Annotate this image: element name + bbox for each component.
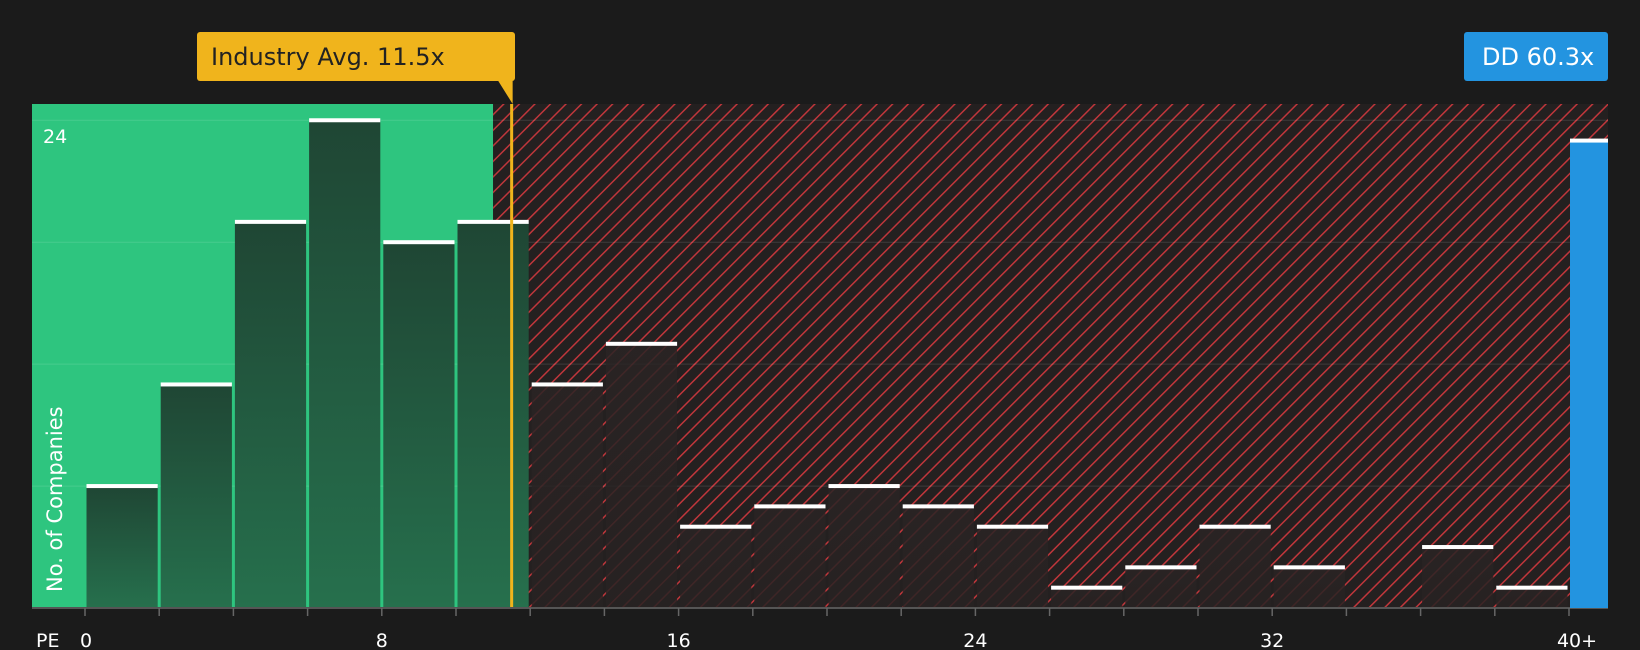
histogram-bar-cap — [457, 219, 529, 224]
histogram-bar-cap — [1051, 585, 1123, 590]
x-tick-label: 24 — [963, 630, 987, 650]
histogram-bar — [1422, 547, 1494, 608]
histogram-bar-cap — [531, 382, 603, 387]
histogram-bar-cap — [1496, 585, 1568, 590]
histogram-bar-cap — [828, 484, 900, 489]
y-axis-label: No. of Companies — [43, 406, 67, 592]
histogram-bar-cap — [383, 240, 455, 245]
histogram-bar — [976, 526, 1049, 608]
histogram-bar-cap — [234, 219, 307, 224]
y-tick-label: 24 — [43, 126, 67, 148]
industry-avg-label: Industry Avg. 11.5x — [211, 43, 445, 71]
histogram-bar — [1051, 587, 1123, 608]
x-tick-label: 8 — [376, 630, 388, 650]
histogram-bar — [1125, 567, 1197, 608]
histogram-bar-cap — [309, 118, 381, 123]
histogram-bar-cap — [976, 524, 1049, 529]
histogram-bar — [1199, 526, 1271, 608]
pe-distribution-chart: PE 0 8 16 24 32 40+ No. of Companies 24 Indust… — [32, 32, 1609, 650]
histogram-bar — [383, 242, 455, 608]
histogram-bar-cap — [902, 504, 974, 509]
histogram-bar-cap — [86, 484, 158, 489]
histogram-bar — [828, 486, 900, 608]
company-pe-label: DD 60.3x — [1482, 43, 1594, 71]
company-bar — [1570, 140, 1608, 609]
histogram-bar — [160, 384, 232, 608]
histogram-bar-cap — [754, 504, 826, 509]
x-tick-label: 32 — [1260, 630, 1284, 650]
histogram-bar — [680, 526, 752, 608]
x-axis-prefix: PE — [36, 630, 59, 650]
histogram-bar — [309, 120, 381, 609]
x-tick-label: 16 — [667, 630, 691, 650]
x-axis: PE 0 8 16 24 32 40+ — [32, 607, 1608, 650]
histogram-bar — [457, 221, 529, 608]
histogram-bar-cap — [1199, 524, 1271, 529]
industry-avg-badge: Industry Avg. 11.5x — [197, 32, 515, 104]
histogram-bar-cap — [1125, 565, 1197, 570]
histogram-bar-cap — [680, 524, 752, 529]
histogram-bar — [605, 343, 678, 608]
histogram-bar — [234, 221, 307, 608]
histogram-bar — [902, 506, 974, 608]
histogram-bar — [86, 486, 158, 608]
x-tick-label: 40+ — [1557, 630, 1597, 650]
x-tick-label: 0 — [80, 630, 92, 650]
histogram-bar — [1496, 587, 1568, 608]
company-pe-badge: DD 60.3x — [1464, 32, 1608, 81]
histogram-bar-cap — [605, 341, 678, 346]
histogram-bar — [531, 384, 603, 608]
histogram-bar-cap — [160, 382, 232, 387]
company-bar-cap — [1570, 138, 1608, 143]
histogram-bar-cap — [1422, 545, 1494, 550]
histogram-bar — [1273, 567, 1345, 608]
histogram-bar — [754, 506, 826, 608]
histogram-bar-cap — [1273, 565, 1345, 570]
